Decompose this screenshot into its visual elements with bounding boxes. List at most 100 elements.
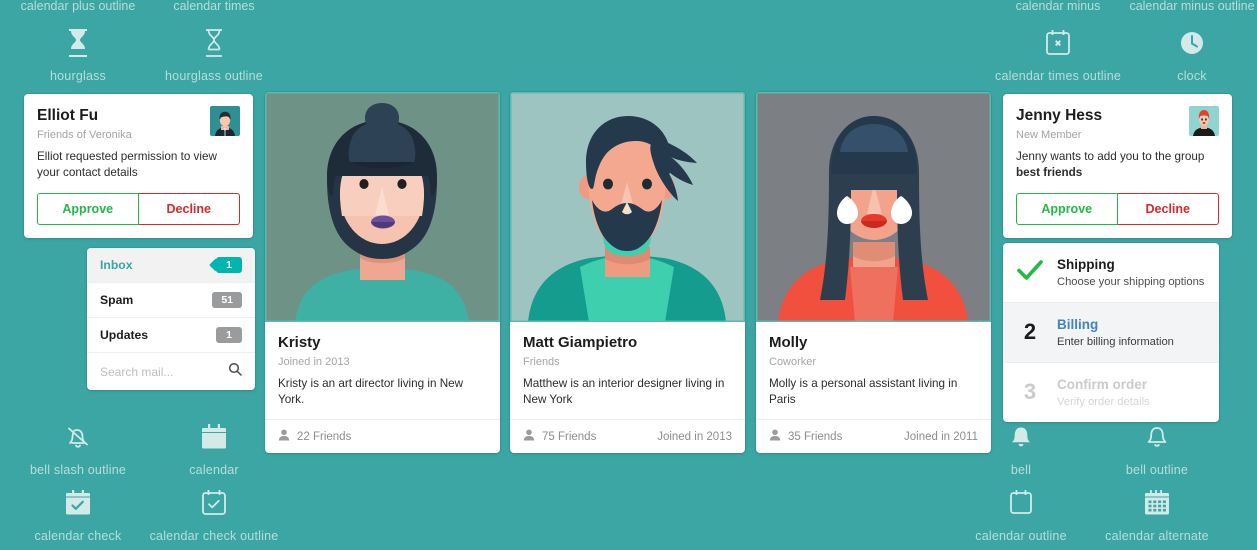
icon-tile-calendar-outline[interactable]: calendar outline (956, 488, 1086, 543)
icon-tile-clock[interactable]: clock (1127, 28, 1257, 83)
profile-card-kristy: Kristy Joined in 2013 Kristy is an art d… (265, 92, 500, 453)
profile-illustration (510, 92, 745, 322)
hourglass-outline-icon (149, 28, 279, 62)
menu-item-inbox[interactable]: Inbox 1 (87, 248, 255, 283)
hourglass-icon (13, 28, 143, 62)
step-description: Verify order details (1057, 396, 1150, 408)
friends-count: 22 Friends (278, 429, 351, 444)
calendar-check-outline-icon (149, 488, 279, 522)
profile-meta: Friends (523, 356, 560, 368)
profile-description: Kristy is an art director living in New … (278, 377, 464, 406)
profile-name: Molly (769, 334, 808, 351)
icon-tile-calendar-alternate[interactable]: calendar alternate (1092, 488, 1222, 543)
step-number: 3 (1023, 379, 1037, 404)
step-title: Shipping (1057, 257, 1115, 272)
profile-meta: Joined in 2013 (278, 356, 350, 368)
decline-button[interactable]: Decline (138, 193, 240, 225)
profile-illustration (756, 92, 991, 322)
menu-item-updates[interactable]: Updates 1 (87, 318, 255, 353)
icon-label: bell outline (1125, 463, 1189, 477)
friend-request-card-jenny: Jenny Hess New Member Jenny wants to add… (1003, 94, 1232, 238)
bell-slash-outline-icon (13, 422, 143, 456)
decline-button[interactable]: Decline (1117, 193, 1219, 225)
profile-description: Matthew is an interior designer living i… (523, 377, 725, 406)
friends-count: 35 Friends (769, 429, 842, 444)
step-number: 2 (1023, 319, 1037, 344)
request-body: Jenny Hess New Member Jenny wants to add… (1003, 94, 1232, 193)
request-actions-wrap: Approve Decline (24, 193, 253, 238)
approve-button[interactable]: Approve (1016, 193, 1118, 225)
request-text: Elliot requested permission to view your… (37, 150, 217, 179)
request-actions-wrap: Approve Decline (1003, 193, 1232, 238)
step-indicator: 3 (1017, 381, 1043, 404)
profile-illustration (265, 92, 500, 322)
profile-content: Kristy Joined in 2013 Kristy is an art d… (265, 322, 500, 419)
page-root: calendar plus outline calendar times cal… (0, 0, 1257, 550)
mail-menu-card: Inbox 1 Spam 51 Updates 1 (87, 248, 255, 390)
icon-tile-bell-slash-outline[interactable]: bell slash outline (13, 422, 143, 477)
step-text: Shipping Choose your shipping options (1057, 256, 1204, 289)
step-indicator (1017, 259, 1043, 286)
profile-card-molly: Molly Coworker Molly is a personal assis… (756, 92, 991, 453)
step-arrow-icon (1203, 316, 1219, 349)
calendar-times-outline-icon (993, 28, 1123, 62)
search-icon[interactable] (228, 362, 242, 381)
search-row (87, 353, 255, 390)
step-confirm-order[interactable]: 3 Confirm order Verify order details (1003, 363, 1219, 422)
profile-content: Matt Giampietro Friends Matthew is an in… (510, 322, 745, 419)
check-icon (1017, 260, 1043, 285)
calendar-icon (149, 422, 279, 456)
friends-label: 22 Friends (297, 430, 352, 443)
icon-tile-bell-outline[interactable]: bell outline (1092, 422, 1222, 477)
icon-caption-calendar-times: calendar times (173, 0, 255, 13)
menu-item-badge: 1 (216, 327, 242, 343)
icon-label: calendar (189, 463, 239, 477)
icon-tile-calendar-check-outline[interactable]: calendar check outline (149, 488, 279, 543)
calendar-outline-icon (956, 488, 1086, 522)
profile-extra: 22 Friends (265, 419, 500, 453)
profile-name: Matt Giampietro (523, 334, 638, 351)
approve-button[interactable]: Approve (37, 193, 139, 225)
step-title: Confirm order (1057, 377, 1148, 392)
calendar-check-icon (13, 488, 143, 522)
icon-label: bell slash outline (29, 463, 127, 477)
icon-label: hourglass outline (165, 69, 263, 83)
step-title: Billing (1057, 317, 1099, 332)
step-shipping[interactable]: Shipping Choose your shipping options (1003, 243, 1219, 303)
search-input[interactable] (100, 364, 220, 379)
icon-caption-calendar-minus-outline: calendar minus outline (1129, 0, 1255, 13)
request-actions: Approve Decline (1016, 193, 1219, 225)
request-body: Elliot Fu Friends of Veronika Elliot req… (24, 94, 253, 193)
avatar (1189, 106, 1219, 136)
request-text: Jenny wants to add you to the group best… (1016, 150, 1205, 179)
icon-label: calendar outline (975, 529, 1067, 543)
icon-tile-calendar-times-outline[interactable]: calendar times outline (993, 28, 1123, 83)
bell-outline-icon (1092, 422, 1222, 456)
user-icon (523, 429, 535, 444)
user-icon (769, 429, 781, 444)
profile-content: Molly Coworker Molly is a personal assis… (756, 322, 991, 419)
friends-label: 35 Friends (788, 430, 843, 443)
user-icon (278, 429, 290, 444)
icon-label: bell (1010, 463, 1032, 477)
icon-label: calendar check (34, 529, 122, 543)
icon-tile-hourglass[interactable]: hourglass (13, 28, 143, 83)
icon-label: calendar times outline (995, 69, 1121, 83)
friends-label: 75 Friends (542, 430, 597, 443)
icon-label: hourglass (50, 69, 106, 83)
step-description: Choose your shipping options (1057, 276, 1205, 288)
icon-caption-calendar-plus-outline: calendar plus outline (20, 0, 136, 13)
icon-tile-calendar[interactable]: calendar (149, 422, 279, 477)
menu-item-spam[interactable]: Spam 51 (87, 283, 255, 318)
icon-tile-calendar-check[interactable]: calendar check (13, 488, 143, 543)
friends-count: 75 Friends (523, 429, 596, 444)
icon-caption-calendar-minus: calendar minus (1015, 0, 1101, 13)
icon-label: calendar alternate (1105, 529, 1209, 543)
step-billing[interactable]: 2 Billing Enter billing information (1003, 303, 1219, 363)
profile-extra: 35 Friends Joined in 2011 (756, 419, 991, 453)
profile-description: Molly is a personal assistant living in … (769, 377, 958, 406)
friend-request-card-elliot: Elliot Fu Friends of Veronika Elliot req… (24, 94, 253, 238)
icon-label: calendar check outline (149, 529, 279, 543)
profile-extra: 75 Friends Joined in 2013 (510, 419, 745, 453)
icon-tile-hourglass-outline[interactable]: hourglass outline (149, 28, 279, 83)
